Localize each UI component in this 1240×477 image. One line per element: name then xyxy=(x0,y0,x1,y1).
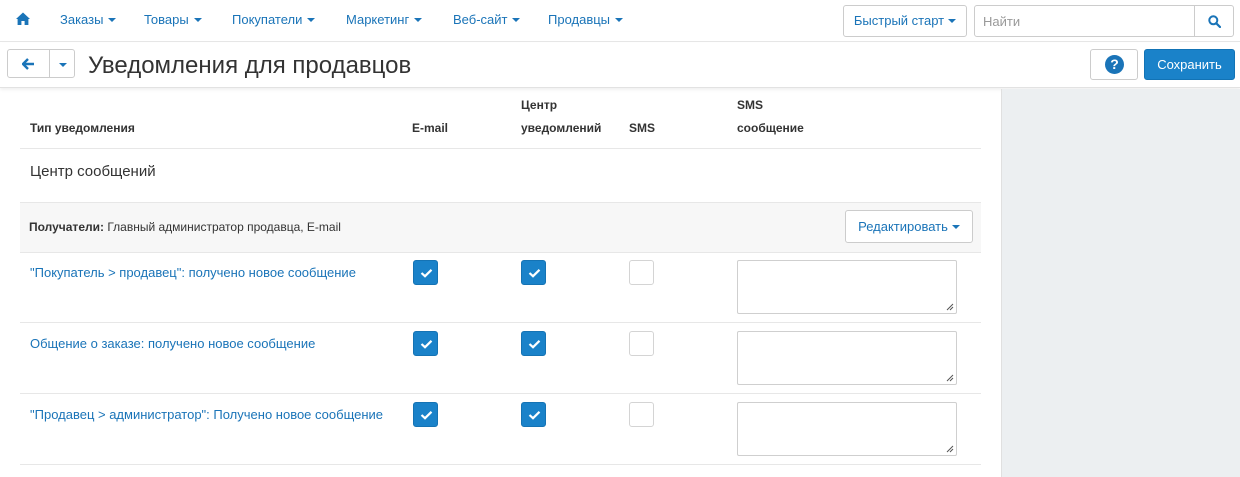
chevron-down-icon xyxy=(414,18,423,22)
section-title: Центр сообщений xyxy=(30,163,156,180)
email-checkbox[interactable] xyxy=(413,402,438,427)
sms-message-textarea[interactable] xyxy=(737,331,957,385)
save-button[interactable]: Сохранить xyxy=(1144,49,1235,80)
quick-start-button[interactable]: Быстрый старт xyxy=(843,5,967,37)
check-icon xyxy=(420,340,433,349)
chevron-down-icon xyxy=(615,18,624,22)
check-icon xyxy=(420,411,433,420)
back-history-dropdown[interactable] xyxy=(49,49,75,78)
column-header-email: E-mail xyxy=(412,121,449,135)
nav-vendors-label: Продавцы xyxy=(548,12,611,27)
recipients-label: Получатели: xyxy=(29,220,104,234)
divider xyxy=(20,464,981,465)
chevron-down-icon xyxy=(948,19,957,23)
nav-customers-label: Покупатели xyxy=(232,12,303,27)
divider xyxy=(20,322,981,323)
check-icon xyxy=(420,269,433,278)
edit-recipients-button[interactable]: Редактировать xyxy=(845,210,973,243)
arrow-left-icon xyxy=(22,58,34,70)
nav-orders-label: Заказы xyxy=(60,12,104,27)
nav-vendors[interactable]: Продавцы xyxy=(548,12,624,27)
column-header-sms-message-line2: сообщение xyxy=(737,121,804,135)
chevron-down-icon xyxy=(512,18,521,22)
column-header-type: Тип уведомления xyxy=(30,121,135,135)
nav-products-label: Товары xyxy=(144,12,189,27)
nav-website-label: Веб-сайт xyxy=(453,12,508,27)
help-button[interactable]: ? xyxy=(1090,49,1138,80)
check-icon xyxy=(528,269,541,278)
chevron-down-icon xyxy=(108,18,117,22)
divider xyxy=(20,393,981,394)
top-navbar: Заказы Товары Покупатели Маркетинг Веб-с… xyxy=(0,0,1240,42)
chevron-down-icon xyxy=(307,18,316,22)
page-header: Уведомления для продавцов ? Сохранить xyxy=(0,43,1240,88)
nav-products[interactable]: Товары xyxy=(144,12,202,27)
sms-message-textarea[interactable] xyxy=(737,402,957,456)
sidebar xyxy=(1001,89,1240,477)
search-button[interactable] xyxy=(1194,5,1234,37)
sms-message-textarea[interactable] xyxy=(737,260,957,314)
center-checkbox[interactable] xyxy=(521,331,546,356)
nav-customers[interactable]: Покупатели xyxy=(232,12,316,27)
nav-marketing-label: Маркетинг xyxy=(346,12,410,27)
chevron-down-icon xyxy=(193,18,202,22)
sms-checkbox[interactable] xyxy=(629,402,654,427)
back-button[interactable] xyxy=(7,49,50,78)
recipients-text: Получатели: Главный администратор продав… xyxy=(29,220,341,234)
email-checkbox[interactable] xyxy=(413,331,438,356)
column-header-sms-message-line1: SMS xyxy=(737,98,764,112)
search-icon xyxy=(1208,15,1221,28)
recipients-value: Главный администратор продавца, E-mail xyxy=(107,220,341,234)
search-input[interactable] xyxy=(974,5,1195,37)
divider xyxy=(20,252,981,253)
notification-link[interactable]: "Продавец > администратор": Получено нов… xyxy=(30,407,383,422)
center-checkbox[interactable] xyxy=(521,260,546,285)
page-title: Уведомления для продавцов xyxy=(88,52,412,79)
notification-link[interactable]: Общение о заказе: получено новое сообщен… xyxy=(30,336,315,351)
recipients-row: Получатели: Главный администратор продав… xyxy=(20,203,981,252)
notification-link[interactable]: "Покупатель > продавец": получено новое … xyxy=(30,265,356,280)
center-checkbox[interactable] xyxy=(521,402,546,427)
divider xyxy=(20,148,981,149)
email-checkbox[interactable] xyxy=(413,260,438,285)
column-header-center-line1: Центр xyxy=(521,98,558,112)
home-icon[interactable] xyxy=(15,11,31,27)
nav-website[interactable]: Веб-сайт xyxy=(453,12,521,27)
edit-recipients-label: Редактировать xyxy=(858,219,948,234)
sms-checkbox[interactable] xyxy=(629,260,654,285)
chevron-down-icon xyxy=(951,225,960,229)
column-header-sms: SMS xyxy=(629,121,656,135)
question-circle-icon: ? xyxy=(1105,55,1124,74)
chevron-down-icon xyxy=(59,63,67,67)
sms-checkbox[interactable] xyxy=(629,331,654,356)
quick-start-label: Быстрый старт xyxy=(853,13,945,28)
nav-orders[interactable]: Заказы xyxy=(60,12,117,27)
nav-marketing[interactable]: Маркетинг xyxy=(346,12,423,27)
column-header-center-line2: уведомлений xyxy=(521,121,602,135)
check-icon xyxy=(528,411,541,420)
check-icon xyxy=(528,340,541,349)
